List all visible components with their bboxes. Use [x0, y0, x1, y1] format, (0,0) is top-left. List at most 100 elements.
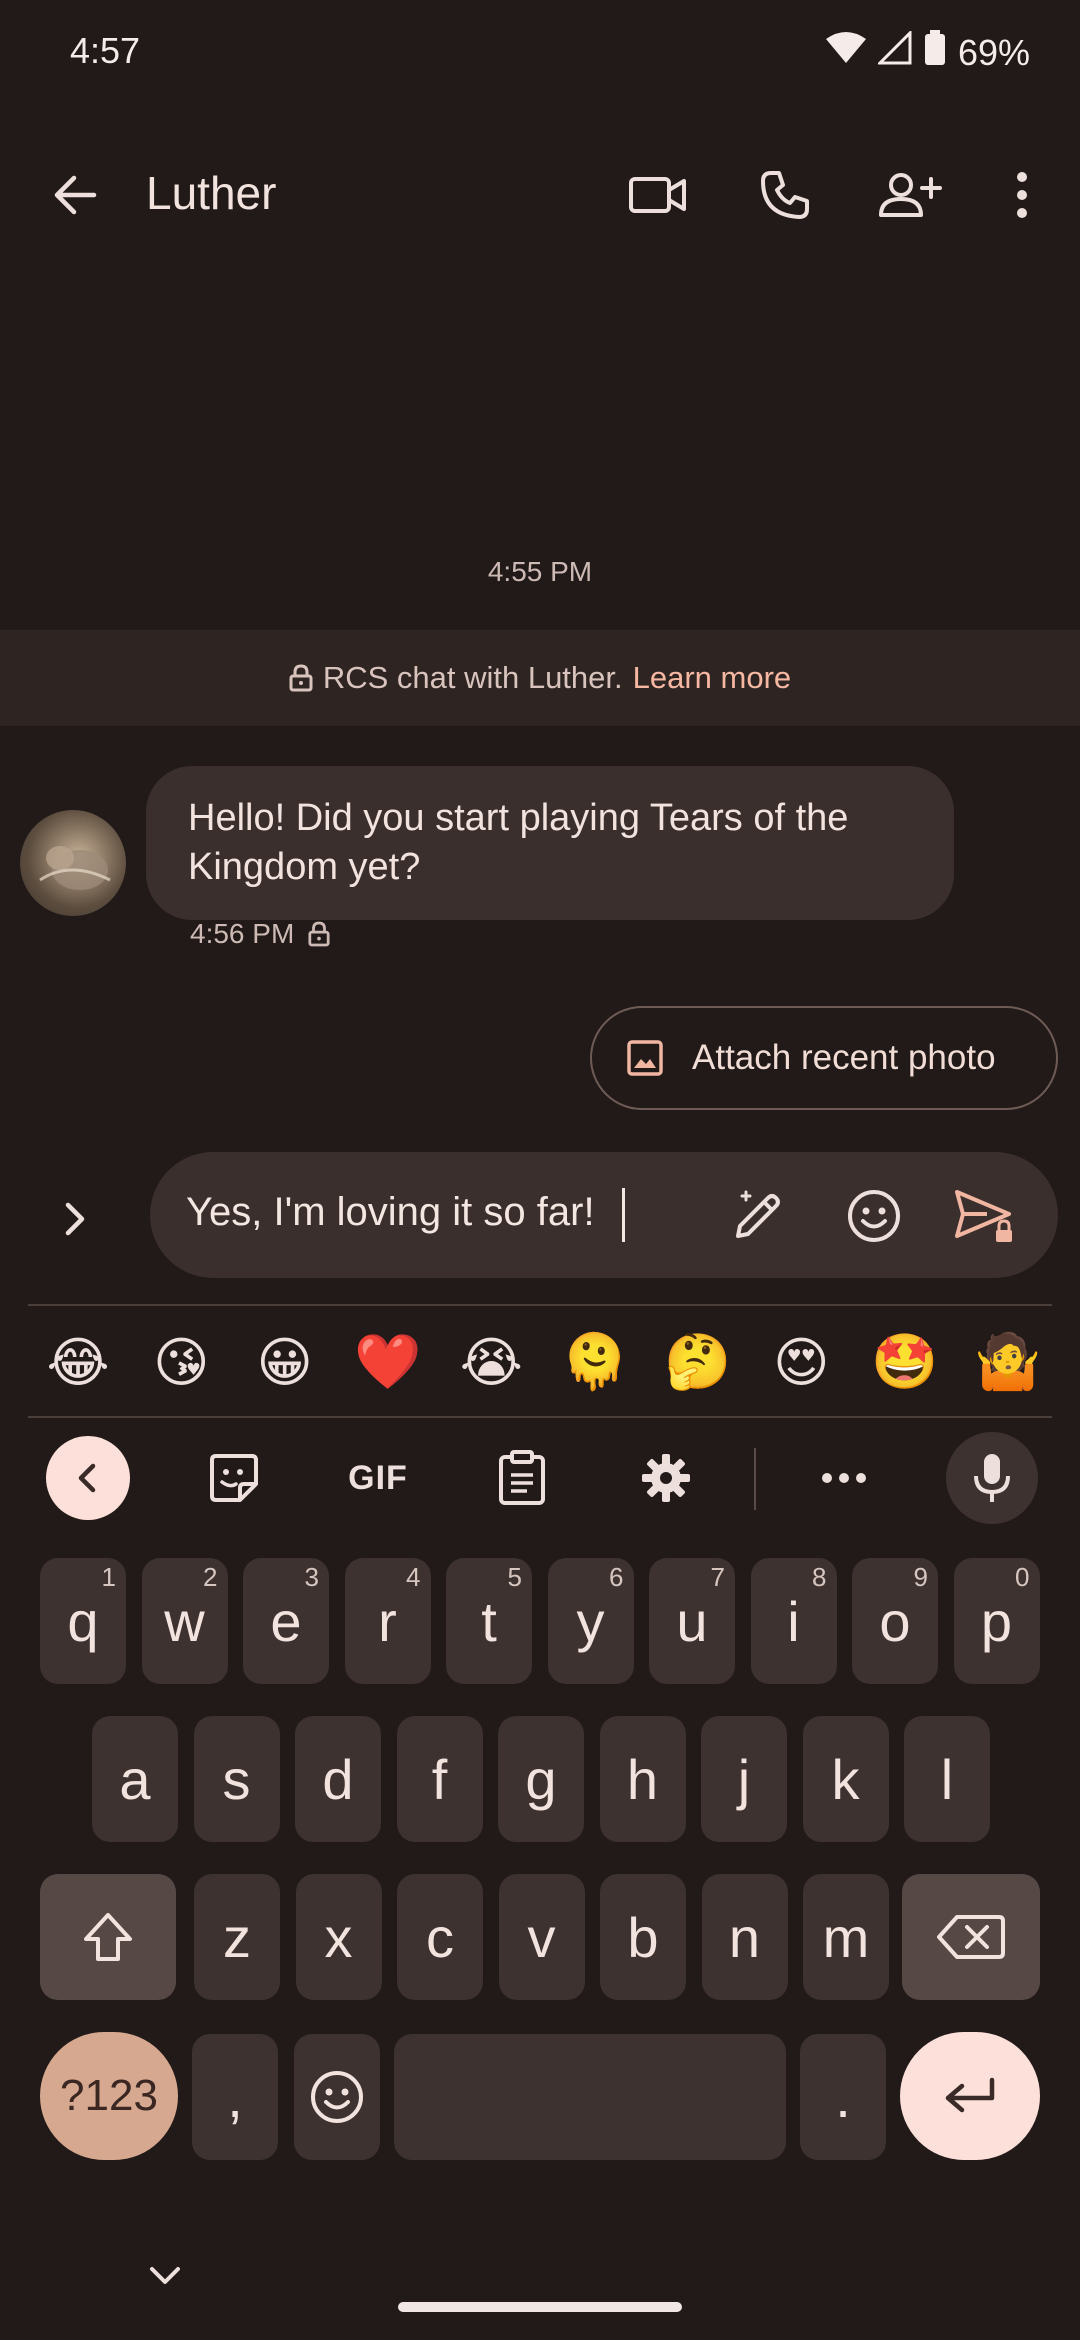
key-o[interactable]: o9 [852, 1558, 938, 1684]
key-hint: 9 [913, 1562, 928, 1592]
contact-avatar[interactable] [20, 810, 126, 916]
key-y[interactable]: y6 [547, 1558, 634, 1684]
video-call-button[interactable] [618, 155, 698, 235]
key-m[interactable]: m [803, 1874, 889, 2000]
emoji-suggestion[interactable]: ❤️ [348, 1322, 428, 1402]
key-label: z [223, 1905, 251, 1969]
text-cursor [622, 1188, 625, 1242]
emoji-suggestion[interactable]: 😂 [38, 1322, 118, 1402]
key-b[interactable]: b [600, 1874, 686, 2000]
key-label: d [322, 1747, 354, 1811]
key-label: p [980, 1589, 1013, 1653]
key-label: s [222, 1747, 251, 1811]
conversation-timestamp: 4:55 PM [487, 556, 593, 587]
send-lock-icon [955, 1190, 1012, 1242]
key-hint: 5 [507, 1562, 522, 1592]
key-j[interactable]: j [701, 1716, 787, 1842]
battery-level: 69% [957, 31, 1030, 73]
voice-input-button[interactable] [946, 1432, 1038, 1524]
key-l[interactable]: l [904, 1716, 990, 1842]
key-hint: 7 [710, 1562, 725, 1592]
key-q[interactable]: q1 [40, 1558, 126, 1684]
key-label: k [831, 1747, 860, 1811]
key-v[interactable]: v [498, 1874, 585, 2000]
arrow-back-icon [54, 175, 97, 215]
emoji-suggestions: 😂 😘 😀 ❤️ 😭 🫠 🤔 😍 🤩 🤷 [38, 1322, 1048, 1402]
compose-text[interactable]: Yes, I'm loving it so far! [186, 1190, 595, 1235]
keyboard-collapse-button[interactable] [46, 1436, 130, 1520]
key-label: t [481, 1589, 497, 1653]
period-key[interactable]: . [800, 2034, 886, 2160]
key-label: n [728, 1905, 761, 1969]
key-i[interactable]: i8 [750, 1558, 837, 1684]
key-t[interactable]: t5 [446, 1558, 532, 1684]
shift-key[interactable] [40, 1874, 176, 2000]
divider [28, 1416, 1052, 1418]
image-icon [627, 1040, 663, 1076]
key-f[interactable]: f [396, 1716, 483, 1842]
key-n[interactable]: n [701, 1874, 788, 2000]
more-options-button[interactable] [982, 155, 1062, 235]
backspace-key[interactable] [902, 1874, 1040, 2000]
keyboard-settings-button[interactable] [624, 1436, 708, 1520]
avatar-photo [39, 846, 111, 890]
emoji-suggestion[interactable]: 🤔 [658, 1322, 738, 1402]
emoji-suggestion[interactable]: 😭 [451, 1322, 531, 1402]
emoji-suggestion[interactable]: 🤩 [865, 1322, 945, 1402]
key-h[interactable]: h [599, 1716, 686, 1842]
emoji-key[interactable] [294, 2034, 380, 2160]
key-r[interactable]: r4 [344, 1558, 431, 1684]
key-g[interactable]: g [498, 1716, 584, 1842]
key-hint: 0 [1015, 1562, 1030, 1592]
attach-recent-photo-chip[interactable]: Attach recent photo [590, 1006, 1058, 1110]
sticker-button[interactable] [192, 1436, 276, 1520]
emoji-suggestion[interactable]: 🫠 [555, 1322, 635, 1402]
space-key[interactable] [394, 2034, 786, 2160]
key-z[interactable]: z [194, 1874, 280, 2000]
key-label: w [164, 1589, 205, 1653]
hide-keyboard-button[interactable] [140, 2256, 190, 2296]
key-w[interactable]: w2 [141, 1558, 228, 1684]
key-a[interactable]: a [92, 1716, 178, 1842]
enter-key[interactable] [900, 2032, 1040, 2160]
add-person-button[interactable] [870, 155, 950, 235]
emoji-button[interactable] [834, 1176, 914, 1256]
clipboard-button[interactable] [480, 1436, 564, 1520]
key-d[interactable]: d [295, 1716, 381, 1842]
key-label: h [626, 1747, 659, 1811]
emoji-suggestion[interactable]: 😘 [141, 1322, 221, 1402]
key-u[interactable]: u7 [649, 1558, 735, 1684]
key-x[interactable]: x [295, 1874, 382, 2000]
learn-more-link[interactable]: Learn more [633, 660, 792, 696]
incoming-message-bubble[interactable]: Hello! Did you start playing Tears of th… [146, 766, 954, 920]
key-label: o [879, 1589, 911, 1653]
emoji-suggestion[interactable]: 😀 [245, 1322, 325, 1402]
key-hint: 2 [203, 1562, 218, 1592]
key-c[interactable]: c [397, 1874, 483, 2000]
gif-button[interactable]: GIF [336, 1436, 420, 1520]
key-label: m [822, 1905, 870, 1969]
voice-call-button[interactable] [745, 155, 825, 235]
send-button[interactable] [946, 1176, 1026, 1256]
emoji-suggestion[interactable]: 😍 [761, 1322, 841, 1402]
battery-icon [924, 30, 946, 75]
edit-sparkle-icon [736, 1190, 780, 1238]
status-time: 4:57 [70, 30, 141, 71]
home-indicator[interactable] [398, 2302, 682, 2312]
comma-key[interactable]: , [192, 2034, 278, 2160]
key-k[interactable]: k [802, 1716, 889, 1842]
key-s[interactable]: s [193, 1716, 280, 1842]
key-p[interactable]: p0 [953, 1558, 1040, 1684]
back-button[interactable] [40, 160, 110, 230]
magic-compose-button[interactable] [718, 1176, 798, 1256]
expand-actions-button[interactable] [40, 1184, 110, 1254]
microphone-icon [974, 1454, 1010, 1502]
symbols-key[interactable]: ?123 [40, 2032, 178, 2160]
key-label: r [378, 1589, 397, 1653]
more-tools-button[interactable] [802, 1436, 886, 1520]
key-e[interactable]: e3 [243, 1558, 329, 1684]
key-label: a [119, 1747, 151, 1811]
emoji-suggestion[interactable]: 🤷 [968, 1322, 1048, 1402]
message-meta: 4:56 PM [190, 918, 330, 950]
contact-name[interactable]: Luther [146, 166, 276, 220]
